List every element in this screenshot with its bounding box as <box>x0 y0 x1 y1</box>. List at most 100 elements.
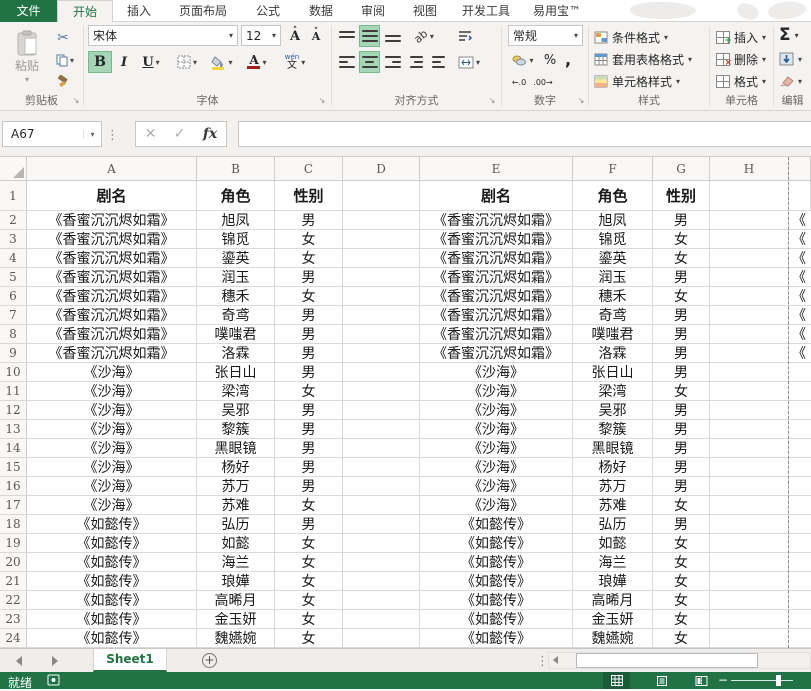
row-header-24[interactable]: 24 <box>0 629 27 648</box>
cell-C2[interactable]: 男 <box>275 211 343 230</box>
cell-B20[interactable]: 海兰 <box>197 553 275 572</box>
cell-A9[interactable]: 《香蜜沉沉烬如霜》 <box>27 344 197 363</box>
cell-D22[interactable] <box>343 591 420 610</box>
underline-button[interactable]: U▾ <box>136 51 166 73</box>
cell-A22[interactable]: 《如懿传》 <box>27 591 197 610</box>
cell-F4[interactable]: 鎏英 <box>573 249 653 268</box>
cell-B4[interactable]: 鎏英 <box>197 249 275 268</box>
name-box-dropdown-icon[interactable]: ▾ <box>83 130 101 139</box>
cell-I9[interactable]: 《 <box>789 344 811 363</box>
bold-button[interactable]: B <box>88 51 112 73</box>
cell-D6[interactable] <box>343 287 420 306</box>
cell-E6[interactable]: 《香蜜沉沉烬如霜》 <box>420 287 573 306</box>
cell-B16[interactable]: 苏万 <box>197 477 275 496</box>
cell-H14[interactable] <box>710 439 789 458</box>
cell-A15[interactable]: 《沙海》 <box>27 458 197 477</box>
percent-style-button[interactable]: % <box>541 49 559 71</box>
row-header-12[interactable]: 12 <box>0 401 27 420</box>
increase-indent-button[interactable] <box>428 51 448 73</box>
cell-I12[interactable] <box>789 401 811 420</box>
tab-view[interactable]: 视图 <box>399 0 451 22</box>
cell-F3[interactable]: 锦觅 <box>573 230 653 249</box>
cell-D1[interactable] <box>343 181 420 211</box>
cell-E16[interactable]: 《沙海》 <box>420 477 573 496</box>
cell-A7[interactable]: 《香蜜沉沉烬如霜》 <box>27 306 197 325</box>
cell-H6[interactable] <box>710 287 789 306</box>
cell-H24[interactable] <box>710 629 789 648</box>
cell-B9[interactable]: 洛霖 <box>197 344 275 363</box>
decrease-decimal-button[interactable]: .00→ <box>532 71 554 93</box>
worksheet-grid[interactable]: ABCDEFGH1剧名角色性别剧名角色性别2《香蜜沉沉烬如霜》旭凤男《香蜜沉沉烬… <box>0 157 811 648</box>
cell-F16[interactable]: 苏万 <box>573 477 653 496</box>
cell-G11[interactable]: 女 <box>653 382 710 401</box>
cell-A12[interactable]: 《沙海》 <box>27 401 197 420</box>
cell-F24[interactable]: 魏嬿婉 <box>573 629 653 648</box>
orientation-button[interactable]: ab▾ <box>408 25 440 47</box>
column-header-clipped[interactable] <box>789 157 811 181</box>
cell-F21[interactable]: 琅嬅 <box>573 572 653 591</box>
cell-H5[interactable] <box>710 268 789 287</box>
cell-A11[interactable]: 《沙海》 <box>27 382 197 401</box>
cell-I21[interactable] <box>789 572 811 591</box>
cell-B10[interactable]: 张日山 <box>197 363 275 382</box>
cell-B3[interactable]: 锦觅 <box>197 230 275 249</box>
font-size-combo[interactable]: 12▾ <box>241 25 281 46</box>
column-header-F[interactable]: F <box>573 157 653 181</box>
row-header-20[interactable]: 20 <box>0 553 27 572</box>
format-as-table-button[interactable]: 套用表格格式▾ <box>594 49 692 69</box>
column-header-D[interactable]: D <box>343 157 420 181</box>
cell-D10[interactable] <box>343 363 420 382</box>
cell-B13[interactable]: 黎簇 <box>197 420 275 439</box>
cell-I18[interactable] <box>789 515 811 534</box>
cell-I16[interactable] <box>789 477 811 496</box>
zoom-slider-track[interactable] <box>731 680 793 681</box>
cell-C14[interactable]: 男 <box>275 439 343 458</box>
cell-H17[interactable] <box>710 496 789 515</box>
cell-G21[interactable]: 女 <box>653 572 710 591</box>
cell-E20[interactable]: 《如懿传》 <box>420 553 573 572</box>
cell-H8[interactable] <box>710 325 789 344</box>
cell-D24[interactable] <box>343 629 420 648</box>
cell-C5[interactable]: 男 <box>275 268 343 287</box>
shrink-font-button[interactable]: A˅ <box>306 25 326 47</box>
formula-bar-drag-handle[interactable]: ⋮ <box>106 128 119 143</box>
cell-E1[interactable]: 剧名 <box>420 181 573 211</box>
cell-B24[interactable]: 魏嬿婉 <box>197 629 275 648</box>
cell-H7[interactable] <box>710 306 789 325</box>
cell-E24[interactable]: 《如懿传》 <box>420 629 573 648</box>
cell-B6[interactable]: 穗禾 <box>197 287 275 306</box>
cell-I7[interactable]: 《 <box>789 306 811 325</box>
cell-I22[interactable] <box>789 591 811 610</box>
cell-F10[interactable]: 张日山 <box>573 363 653 382</box>
cell-E21[interactable]: 《如懿传》 <box>420 572 573 591</box>
column-header-H[interactable]: H <box>710 157 789 181</box>
cell-C8[interactable]: 男 <box>275 325 343 344</box>
row-header-19[interactable]: 19 <box>0 534 27 553</box>
tab-data[interactable]: 数据 <box>295 0 347 22</box>
row-header-16[interactable]: 16 <box>0 477 27 496</box>
comma-style-button[interactable]: , <box>560 49 576 71</box>
row-header-14[interactable]: 14 <box>0 439 27 458</box>
cell-I2[interactable]: 《 <box>789 211 811 230</box>
cell-D17[interactable] <box>343 496 420 515</box>
cell-D8[interactable] <box>343 325 420 344</box>
cell-I11[interactable] <box>789 382 811 401</box>
cell-H2[interactable] <box>710 211 789 230</box>
cell-G8[interactable]: 男 <box>653 325 710 344</box>
cell-F17[interactable]: 苏难 <box>573 496 653 515</box>
fill-color-button[interactable]: ▾ <box>206 51 238 73</box>
cell-E18[interactable]: 《如懿传》 <box>420 515 573 534</box>
cell-G20[interactable]: 女 <box>653 553 710 572</box>
cell-A13[interactable]: 《沙海》 <box>27 420 197 439</box>
cell-E11[interactable]: 《沙海》 <box>420 382 573 401</box>
row-header-7[interactable]: 7 <box>0 306 27 325</box>
row-header-22[interactable]: 22 <box>0 591 27 610</box>
cell-A20[interactable]: 《如懿传》 <box>27 553 197 572</box>
row-header-5[interactable]: 5 <box>0 268 27 287</box>
cell-D9[interactable] <box>343 344 420 363</box>
cell-H18[interactable] <box>710 515 789 534</box>
cell-A18[interactable]: 《如懿传》 <box>27 515 197 534</box>
cell-A23[interactable]: 《如懿传》 <box>27 610 197 629</box>
cell-A8[interactable]: 《香蜜沉沉烬如霜》 <box>27 325 197 344</box>
middle-align-button[interactable] <box>359 25 380 47</box>
